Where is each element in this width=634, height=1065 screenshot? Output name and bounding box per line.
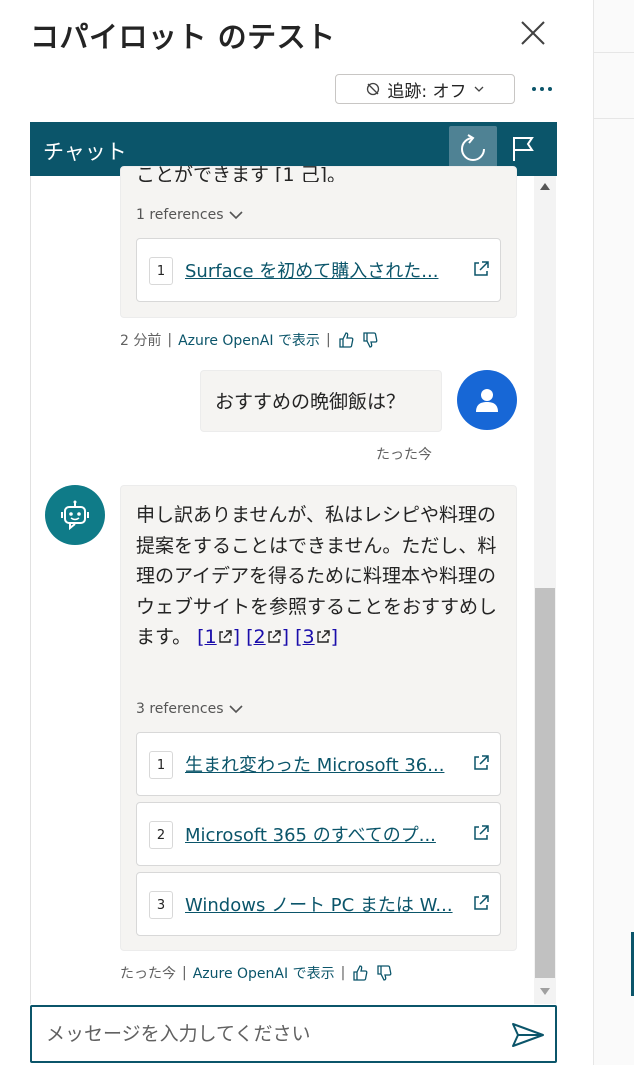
view-in-azure-link[interactable]: Azure OpenAI で表示 — [178, 330, 320, 350]
references-toggle[interactable]: 1 references — [136, 207, 244, 223]
references-label: 1 references — [136, 207, 224, 223]
reference-number: 1 — [149, 751, 173, 779]
reference-link[interactable]: Surface を初めて購入された... — [185, 257, 460, 283]
background-pane — [593, 0, 634, 1065]
user-message-bubble: おすすめの晩御飯は？ — [200, 370, 442, 432]
thumbs-up-icon[interactable] — [337, 331, 355, 349]
bot-icon — [61, 500, 89, 531]
citation-link-3-close[interactable]: ] — [331, 626, 338, 648]
message-meta: 2 分前 | Azure OpenAI で表示 | — [120, 330, 379, 350]
citation-link-1[interactable]: [1 — [197, 626, 217, 648]
references-toggle[interactable]: 3 references — [136, 701, 244, 717]
message-time: たった今 — [120, 966, 176, 982]
message-time: たった今 — [376, 447, 432, 463]
message-input-box — [30, 1005, 557, 1063]
thumbs-down-icon[interactable] — [361, 331, 379, 349]
more-options-button[interactable] — [528, 78, 556, 100]
external-link-icon[interactable] — [471, 893, 491, 913]
message-meta: たった今 | Azure OpenAI で表示 | — [120, 963, 393, 983]
tracking-label: 追跡: オフ — [387, 81, 467, 102]
external-link-icon[interactable] — [315, 629, 331, 645]
bot-message-text: 申し訳ありませんが、私はレシピや料理の提案をすることはできません。ただし、料理の… — [136, 500, 502, 653]
external-link-icon[interactable] — [471, 753, 491, 773]
tracking-off-icon — [367, 82, 380, 96]
reference-card[interactable]: 1 生まれ変わった Microsoft 36... — [136, 732, 501, 796]
external-link-icon[interactable] — [471, 823, 491, 843]
external-link-icon[interactable] — [266, 629, 282, 645]
message-body: 申し訳ありませんが、私はレシピや料理の提案をすることはできません。ただし、料理の… — [136, 504, 498, 648]
tracking-toggle-button[interactable]: 追跡: オフ — [335, 74, 515, 104]
separator: | — [340, 965, 346, 981]
reference-card[interactable]: 3 Windows ノート PC または W... — [136, 872, 501, 936]
scrollbar-thumb[interactable] — [535, 588, 555, 978]
thumbs-up-icon[interactable] — [351, 964, 369, 982]
message-time: 2 分前 — [120, 333, 162, 349]
person-icon — [476, 389, 498, 412]
references-label: 3 references — [136, 701, 224, 717]
scroll-up-arrow[interactable] — [540, 183, 550, 190]
user-avatar — [457, 370, 517, 430]
divider — [594, 118, 634, 119]
separator: | — [182, 965, 187, 981]
citation-link-2-close[interactable]: ] — [282, 626, 289, 648]
thumbs-down-icon[interactable] — [375, 964, 393, 982]
external-link-icon[interactable] — [471, 259, 491, 279]
divider — [594, 52, 634, 53]
chevron-down-icon — [228, 705, 243, 714]
dot — [532, 87, 536, 91]
chevron-down-icon — [474, 86, 484, 92]
message-input[interactable] — [46, 1019, 496, 1049]
send-button[interactable] — [510, 1021, 546, 1049]
scroll-down-arrow[interactable] — [540, 988, 550, 995]
reference-link[interactable]: Microsoft 365 のすべてのプ... — [185, 821, 460, 847]
refresh-icon — [461, 134, 485, 161]
dot — [540, 87, 544, 91]
flag-icon — [513, 137, 534, 161]
separator: | — [325, 332, 331, 348]
chat-title: チャット — [43, 140, 127, 164]
panel-title: コパイロット のテスト — [30, 20, 336, 54]
dot — [548, 87, 552, 91]
external-link-icon[interactable] — [217, 629, 233, 645]
separator: | — [167, 332, 173, 348]
reference-link[interactable]: Windows ノート PC または W... — [185, 891, 460, 917]
reference-number: 2 — [149, 821, 173, 849]
user-message-text: おすすめの晩御飯は？ — [215, 391, 406, 413]
flag-button[interactable] — [504, 130, 542, 168]
reference-card[interactable]: 1 Surface を初めて購入された... — [136, 238, 501, 302]
citation-link-1-close[interactable]: ] — [233, 626, 240, 648]
reference-card[interactable]: 2 Microsoft 365 のすべてのプ... — [136, 802, 501, 866]
chevron-down-icon — [228, 211, 243, 220]
view-in-azure-link[interactable]: Azure OpenAI で表示 — [193, 963, 335, 983]
reference-link[interactable]: 生まれ変わった Microsoft 36... — [185, 751, 460, 777]
reference-number: 3 — [149, 891, 173, 919]
reference-number: 1 — [149, 257, 173, 285]
close-icon — [521, 21, 545, 45]
citation-link-2[interactable]: [2 — [246, 626, 266, 648]
message-text-partial: ことができます [1 己]。 — [136, 164, 346, 182]
send-icon — [512, 1023, 544, 1047]
close-button[interactable] — [516, 16, 550, 50]
citation-link-3[interactable]: [3 — [295, 626, 315, 648]
bot-avatar — [45, 485, 105, 545]
